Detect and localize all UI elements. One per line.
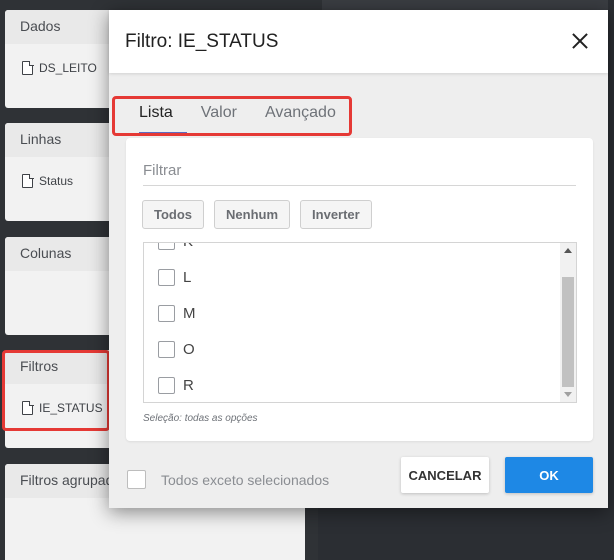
filter-dialog: Filtro: IE_STATUS Lista Valor Avançado T… [109,10,608,508]
list-item-label: K [183,243,193,250]
selection-status: Seleção: todas as opções [143,413,258,424]
document-icon [22,60,34,75]
list-item-label: O [183,340,195,358]
checkbox[interactable] [158,376,175,394]
list-item-label: L [183,268,192,286]
ok-button[interactable]: OK [505,457,593,493]
cancel-button[interactable]: CANCELAR [401,457,489,493]
invert-selection-button[interactable]: Inverter [300,200,372,229]
checkbox[interactable] [158,340,175,358]
dialog-title: Filtro: IE_STATUS [125,31,279,52]
list-item[interactable]: K [144,243,562,259]
checkbox[interactable] [158,304,175,322]
background-area [318,505,614,560]
except-selected-label: Todos exceto selecionados [161,471,330,488]
list-item[interactable]: M [144,295,562,331]
checkbox[interactable] [127,470,146,489]
scroll-down-arrow-icon[interactable] [564,392,572,397]
filter-input[interactable] [143,156,576,186]
list-item-label: R [183,376,194,394]
list-item[interactable]: L [144,259,562,295]
list-item[interactable]: O [144,331,562,367]
field-label: Status [39,174,74,188]
list-filter-card: Todos Nenhum Inverter K L M [126,138,593,441]
section-title: Linhas [20,131,62,147]
background-edge [608,0,614,560]
section-title: Colunas [20,245,72,261]
select-none-button[interactable]: Nenhum [214,200,291,229]
document-icon [22,173,34,188]
except-selected-toggle[interactable]: Todos exceto selecionados [127,470,329,489]
list-item-label: M [183,304,196,322]
list-scrollbar[interactable] [560,243,576,402]
select-all-button[interactable]: Todos [142,200,205,229]
close-icon[interactable] [570,31,590,51]
highlight-box-tabs [112,96,352,136]
selection-buttons: Todos Nenhum Inverter [142,200,372,229]
list-item[interactable]: R [144,367,562,402]
scroll-thumb[interactable] [562,277,574,387]
field-item-ds-leito[interactable]: DS_LEITO [22,60,97,75]
field-item-status[interactable]: Status [22,173,74,188]
checkbox[interactable] [158,268,175,286]
field-label: DS_LEITO [39,61,97,75]
highlight-box-filter-field [2,350,110,431]
section-title: Dados [20,18,61,34]
value-list[interactable]: K L M O R [143,242,577,403]
dialog-header: Filtro: IE_STATUS [109,10,608,73]
checkbox[interactable] [158,243,175,250]
scroll-up-arrow-icon[interactable] [564,248,572,253]
